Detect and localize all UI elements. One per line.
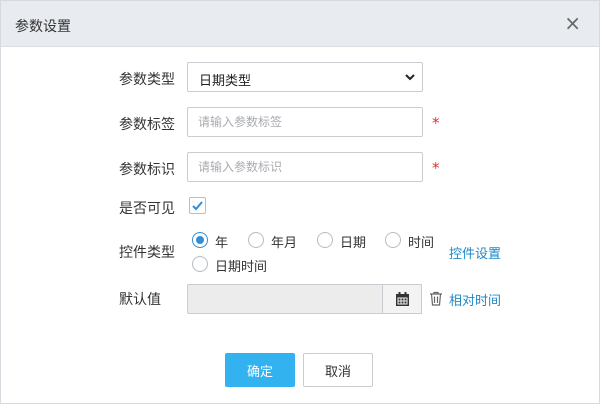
control-type-label: 控件类型 (119, 245, 175, 261)
chevron-down-icon (405, 74, 415, 81)
param-id-label: 参数标识 (119, 162, 175, 178)
parameter-settings-dialog: 参数设置 × 参数类型 日期类型 参数标签 * 参数标识 * 是否可见 控件类型… (0, 0, 600, 404)
required-mark: * (432, 159, 440, 177)
param-type-select[interactable]: 日期类型 (187, 62, 423, 92)
radio-year[interactable] (192, 232, 208, 248)
param-tag-field[interactable] (187, 107, 423, 137)
cancel-button[interactable]: 取消 (303, 353, 373, 387)
radio-datetime[interactable] (192, 256, 208, 272)
radio-year-month-label: 年月 (271, 236, 298, 251)
param-tag-label: 参数标签 (119, 117, 175, 133)
control-settings-link[interactable]: 控件设置 (449, 243, 501, 262)
param-id-input[interactable] (188, 153, 422, 181)
visible-label: 是否可见 (119, 201, 175, 217)
relative-time-link[interactable]: 相对时间 (449, 290, 501, 309)
radio-date[interactable] (317, 232, 333, 248)
trash-icon[interactable] (429, 291, 443, 306)
radio-time-label: 时间 (408, 236, 435, 251)
radio-date-label: 日期 (340, 236, 367, 251)
calendar-icon (396, 292, 409, 306)
radio-year-label: 年 (215, 236, 229, 251)
confirm-button[interactable]: 确定 (225, 353, 295, 387)
calendar-button[interactable] (382, 284, 422, 314)
close-icon[interactable]: × (564, 13, 581, 33)
default-value-label: 默认值 (119, 292, 161, 308)
param-type-value: 日期类型 (199, 74, 252, 89)
radio-year-month[interactable] (248, 232, 264, 248)
dialog-header: 参数设置 × (1, 1, 599, 47)
checkmark-icon (192, 201, 203, 211)
param-id-field[interactable] (187, 152, 423, 182)
dialog-title: 参数设置 (15, 19, 71, 35)
radio-datetime-label: 日期时间 (215, 260, 268, 275)
param-tag-input[interactable] (188, 108, 422, 136)
visible-checkbox[interactable] (189, 197, 206, 214)
radio-time[interactable] (385, 232, 401, 248)
required-mark: * (432, 114, 440, 132)
param-type-label: 参数类型 (119, 72, 175, 88)
